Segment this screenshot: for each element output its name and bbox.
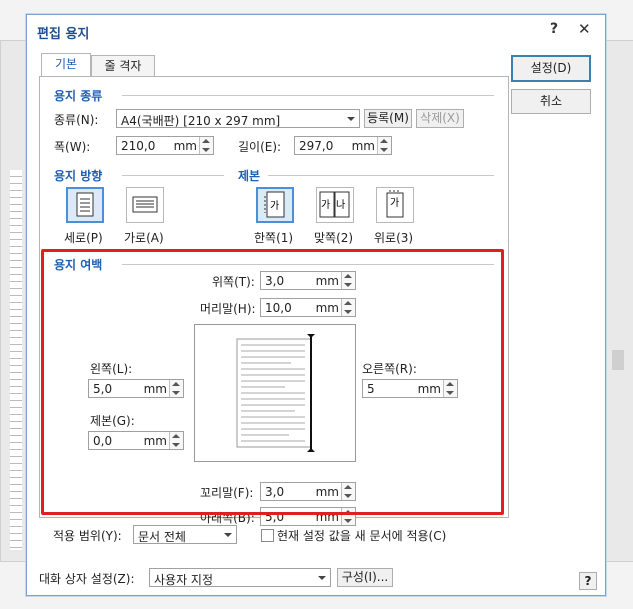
- landscape-label: 가로(A): [124, 231, 164, 245]
- binding-single-label: 한쪽(1): [254, 231, 294, 245]
- help-icon[interactable]: ?: [579, 572, 597, 590]
- single-bind-page-icon: 가: [264, 191, 285, 218]
- top-bind-glyph: 가: [390, 197, 399, 209]
- landscape-page-icon: [132, 196, 158, 213]
- top-bind-page-icon: 가: [386, 190, 404, 218]
- apply-to-new-docs-checkbox[interactable]: [261, 529, 274, 542]
- ok-button[interactable]: 설정(D): [511, 55, 591, 82]
- length-value: 297,0: [299, 139, 334, 153]
- length-stepper[interactable]: [377, 137, 391, 154]
- portrait-page-icon: [76, 192, 94, 217]
- help-icon[interactable]: ?: [550, 21, 558, 37]
- config-button[interactable]: 구성(I)...: [337, 568, 393, 587]
- chevron-down-icon: [224, 533, 232, 537]
- apply-scope-value: 문서 전체: [138, 530, 186, 544]
- binding-facing-option[interactable]: 가나: [316, 187, 354, 223]
- width-unit: mm: [173, 139, 197, 153]
- close-icon[interactable]: ✕: [578, 20, 591, 38]
- facing-bind-glyph-right: 나: [336, 199, 345, 211]
- landscape-option[interactable]: [126, 187, 164, 223]
- tab-basic[interactable]: 기본: [41, 53, 91, 77]
- paper-type-heading: 용지 종류: [54, 89, 103, 103]
- facing-bind-page-icon: 가나: [319, 191, 350, 218]
- dialog-setting-label: 대화 상자 설정(Z):: [39, 572, 135, 586]
- divider: [122, 175, 224, 176]
- length-label: 길이(E):: [238, 140, 282, 154]
- binding-top-label: 위로(3): [374, 231, 414, 245]
- portrait-option[interactable]: [66, 187, 104, 223]
- apply-to-new-docs-label: 현재 설정 값을 새 문서에 적용(C): [277, 529, 447, 543]
- delete-button[interactable]: 삭제(X): [416, 109, 464, 128]
- length-unit: mm: [351, 139, 375, 153]
- dialog-setting-value: 사용자 지정: [154, 573, 214, 587]
- tab-line-grid-label: 줄 격자: [104, 59, 142, 73]
- divider: [122, 95, 494, 96]
- apply-scope-select[interactable]: 문서 전체: [133, 525, 237, 544]
- apply-scope-label: 적용 범위(Y):: [53, 529, 122, 543]
- paper-type-value: A4(국배판) [210 x 297 mm]: [121, 114, 281, 128]
- title-bar: 편집 용지 ? ✕: [27, 15, 605, 45]
- single-bind-glyph: 가: [270, 200, 279, 212]
- length-input[interactable]: 297,0 mm: [294, 136, 392, 155]
- binding-heading: 제본: [238, 169, 261, 183]
- paper-type-label: 종류(N):: [54, 113, 99, 127]
- cancel-button[interactable]: 취소: [511, 89, 591, 114]
- page-setup-dialog: 편집 용지 ? ✕ 기본 줄 격자 용지 종류 종류(N): A4(국배판) […: [26, 14, 606, 596]
- binding-facing-label: 맞쪽(2): [314, 231, 354, 245]
- portrait-label: 세로(P): [64, 231, 103, 245]
- tab-basic-label: 기본: [54, 57, 78, 71]
- binding-single-option[interactable]: 가: [256, 187, 294, 223]
- scroll-handle[interactable]: [612, 350, 624, 370]
- facing-bind-glyph-left: 가: [321, 199, 330, 211]
- background-scrollbar: [606, 40, 633, 562]
- width-label: 폭(W):: [54, 140, 91, 154]
- tab-line-grid[interactable]: 줄 격자: [91, 55, 155, 77]
- width-stepper[interactable]: [199, 137, 213, 154]
- register-button[interactable]: 등록(M): [364, 109, 412, 128]
- orientation-heading: 용지 방향: [54, 169, 103, 183]
- margin-highlight-box: [41, 249, 504, 515]
- binding-top-option[interactable]: 가: [376, 187, 414, 223]
- chevron-down-icon: [318, 576, 326, 580]
- chevron-down-icon: [347, 117, 355, 121]
- width-value: 210,0: [121, 139, 156, 153]
- width-input[interactable]: 210,0 mm: [116, 136, 214, 155]
- vertical-ruler-ticks: [10, 170, 22, 550]
- divider: [268, 175, 494, 176]
- dialog-setting-select[interactable]: 사용자 지정: [149, 568, 331, 587]
- dialog-title: 편집 용지: [37, 27, 90, 42]
- paper-type-select[interactable]: A4(국배판) [210 x 297 mm]: [116, 109, 360, 128]
